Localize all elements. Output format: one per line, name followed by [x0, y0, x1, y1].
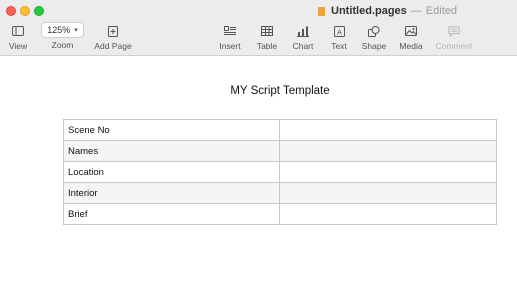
view-label: View — [8, 41, 28, 51]
pages-window: Untitled.pages — Edited View 125% ▾ Zoom… — [0, 0, 517, 288]
comment-icon — [448, 24, 460, 38]
comment-button[interactable]: Comment — [434, 24, 474, 51]
document-title-text[interactable]: MY Script Template — [0, 85, 517, 97]
add-page-label: Add Page — [94, 41, 132, 51]
text-label: Text — [331, 41, 347, 51]
table-icon — [261, 24, 273, 38]
shape-icon — [368, 24, 380, 38]
comment-label: Comment — [435, 41, 473, 51]
table-button[interactable]: Table — [255, 24, 279, 51]
text-box-icon: A — [333, 24, 345, 38]
table-cell-label[interactable]: Scene No — [63, 119, 280, 141]
shape-button[interactable]: Shape — [360, 24, 388, 51]
table-cell-label[interactable]: Interior — [63, 182, 280, 204]
table-cell-label[interactable]: Brief — [63, 203, 280, 225]
table-label: Table — [256, 41, 278, 51]
table-cell-value[interactable] — [279, 161, 497, 183]
close-window-button[interactable] — [6, 6, 16, 16]
table-cell-value[interactable] — [279, 203, 497, 225]
chart-button[interactable]: Chart — [290, 24, 316, 51]
table-cell-value[interactable] — [279, 182, 497, 204]
title-separator: — — [410, 5, 422, 17]
script-template-table[interactable]: Scene No Names Location Interior Brief — [63, 119, 497, 225]
sidebar-icon — [12, 24, 24, 38]
view-button[interactable]: View — [7, 24, 29, 51]
pages-document-icon — [318, 6, 325, 16]
svg-text:A: A — [337, 29, 342, 36]
table-row: Names — [63, 140, 497, 162]
insert-label: Insert — [219, 41, 241, 51]
add-page-button[interactable]: Add Page — [94, 24, 132, 51]
table-row: Brief — [63, 203, 497, 225]
photo-icon — [405, 24, 417, 38]
text-button[interactable]: A Text — [328, 24, 350, 51]
table-cell-label[interactable]: Names — [63, 140, 280, 162]
zoom-dropdown[interactable]: 125% ▾ — [41, 22, 84, 38]
document-status: Edited — [425, 5, 457, 17]
table-cell-label[interactable]: Location — [63, 161, 280, 183]
zoom-value: 125% — [47, 25, 71, 35]
shape-label: Shape — [361, 41, 387, 51]
insert-button[interactable]: Insert — [218, 24, 242, 51]
minimize-window-button[interactable] — [20, 6, 30, 16]
add-page-icon — [108, 24, 118, 38]
document-title[interactable]: Untitled.pages — [331, 5, 407, 17]
table-row: Interior — [63, 182, 497, 204]
maximize-window-button[interactable] — [34, 6, 44, 16]
chevron-down-icon: ▾ — [74, 27, 78, 34]
toolbar: Untitled.pages — Edited View 125% ▾ Zoom… — [0, 0, 517, 56]
table-cell-value[interactable] — [279, 140, 497, 162]
table-cell-value[interactable] — [279, 119, 497, 141]
window-title-bar: Untitled.pages — Edited — [318, 4, 457, 18]
media-label: Media — [399, 41, 423, 51]
chart-icon — [297, 24, 309, 38]
document-page[interactable]: MY Script Template Scene No Names Locati… — [0, 57, 517, 288]
media-button[interactable]: Media — [398, 24, 424, 51]
table-row: Location — [63, 161, 497, 183]
insert-icon — [224, 24, 236, 38]
chart-label: Chart — [292, 41, 314, 51]
zoom-label: Zoom — [51, 40, 74, 50]
table-row: Scene No — [63, 119, 497, 141]
